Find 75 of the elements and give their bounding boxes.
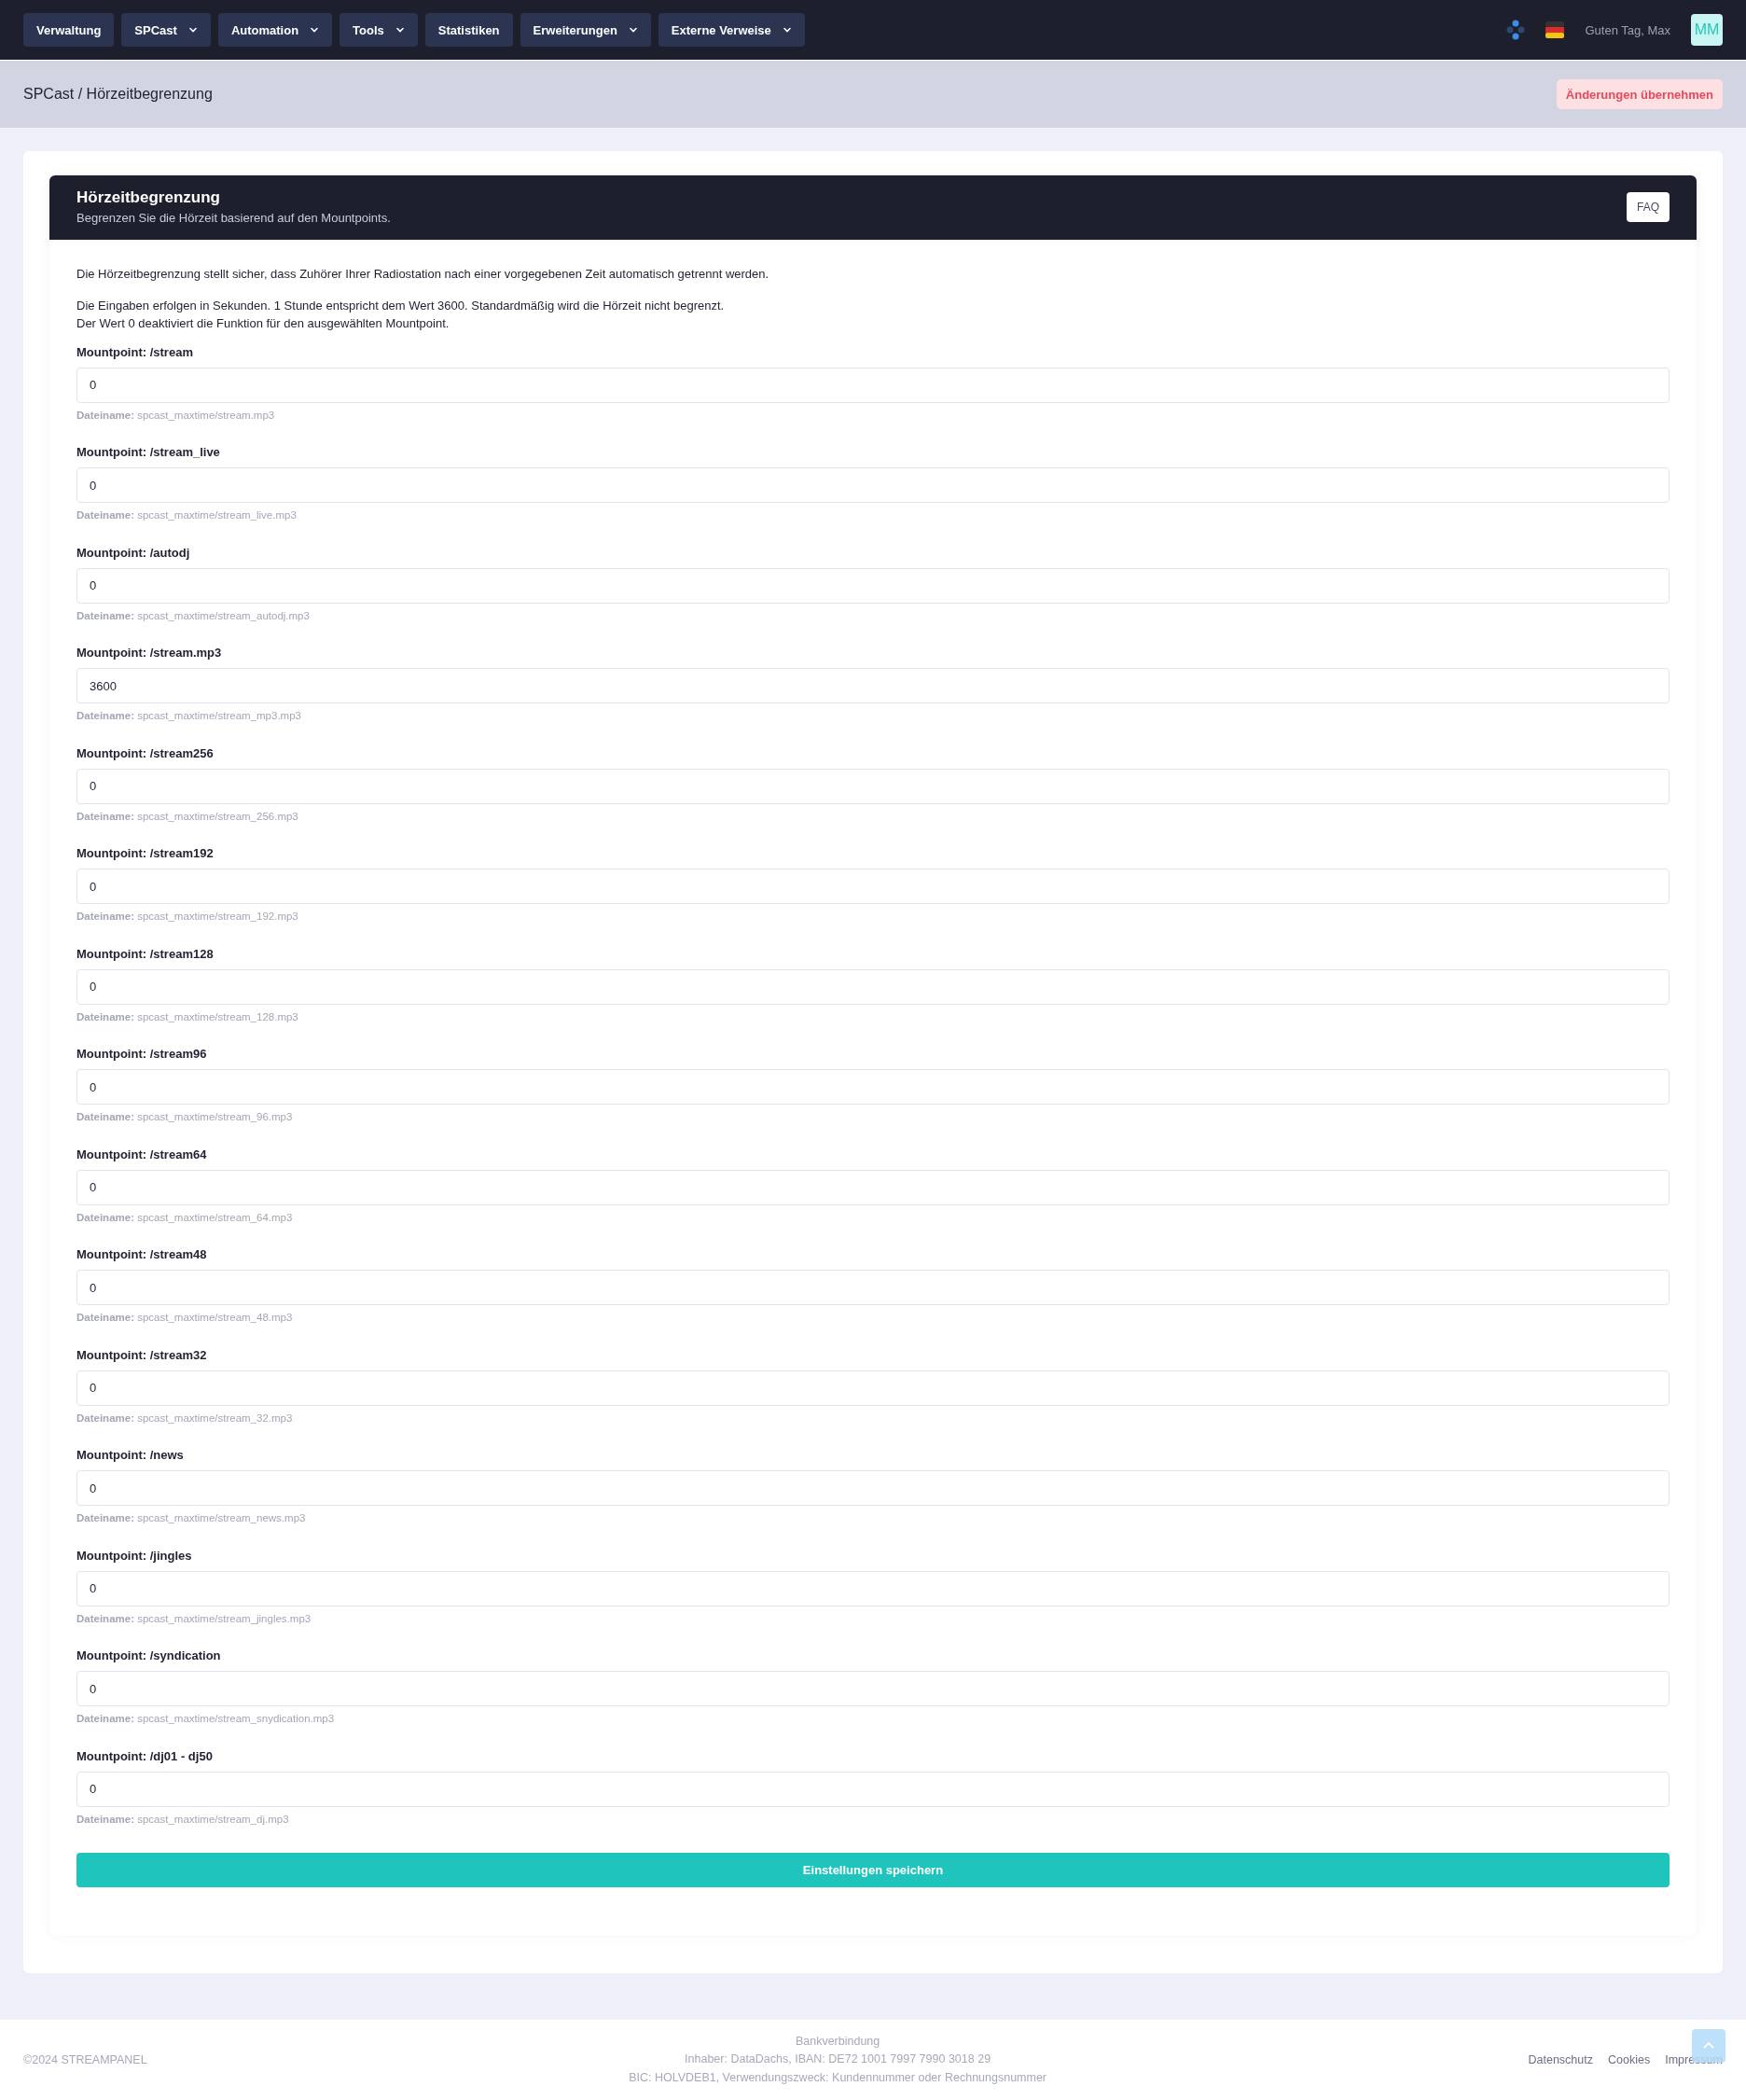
nav-menu-button[interactable]: Tools — [340, 13, 418, 47]
field-label: Mountpoint: /stream48 — [76, 1247, 208, 1261]
caret-icon — [187, 25, 198, 35]
time-input-field[interactable]: 0 — [76, 1069, 1670, 1105]
card-subtitle: Begrenzen Sie die Hörzeit basierend auf den Mountpoints. — [76, 211, 391, 225]
time-input-field[interactable]: 0 — [76, 968, 1670, 1005]
file-name-hint: Dateiname: spcast_maxtime/stream_mp3.mp3 — [76, 710, 302, 721]
file-name-hint: Dateiname: spcast_maxtime/stream_32.mp3 — [76, 1412, 294, 1424]
time-input-field[interactable]: 0 — [76, 1470, 1670, 1506]
file-name-hint: Dateiname: spcast_maxtime/stream_128.mp3 — [76, 1010, 299, 1022]
time-input-field[interactable]: 0 — [76, 1169, 1670, 1205]
copyright: ©2024 STREAMPANEL — [23, 2053, 147, 2066]
intro-paragraph: Der Wert 0 deaktiviert die Funktion für den ausgewählten Mountpoint. — [76, 315, 450, 332]
file-name-hint: Dateiname: spcast_maxtime/stream_48.mp3 — [76, 1312, 294, 1323]
file-name-hint: Dateiname: spcast_maxtime/stream.mp3 — [76, 409, 276, 421]
time-input-field[interactable]: 0 — [76, 1370, 1670, 1406]
intro-paragraph: Die Eingaben erfolgen in Sekunden. 1 Stunde entspricht dem Wert 3600. Standardmäßig wird die Hörzeit nicht begrenzt. — [76, 297, 726, 314]
faq-button[interactable]: FAQ — [1627, 191, 1670, 222]
nav-menu-button[interactable]: SPCast — [121, 13, 211, 47]
field-label: Mountpoint: /dj01 - dj50 — [76, 1748, 214, 1763]
intro-paragraph: Die Hörzeitbegrenzung stellt sicher, dass Zuhörer Ihrer Radiostation nach einer vorgegebenen Zeit automatisch getrennt werden. — [76, 266, 770, 283]
file-name-hint: Dateiname: spcast_maxtime/stream_96.mp3 — [76, 1111, 294, 1122]
footer-link[interactable]: Cookies — [1608, 2053, 1651, 2066]
caret-icon — [782, 25, 792, 35]
field-label: Mountpoint: /stream.mp3 — [76, 646, 223, 660]
nav-menu-button[interactable]: Automation — [217, 13, 333, 47]
field-label: Mountpoint: /stream96 — [76, 1047, 208, 1061]
file-name-hint: Dateiname: spcast_maxtime/stream_jingles.mp3 — [76, 1612, 312, 1624]
time-input-field[interactable]: 0 — [76, 1671, 1670, 1706]
field-label: Mountpoint: /stream192 — [76, 846, 215, 860]
file-name-hint: Dateiname: spcast_maxtime/stream_256.mp3 — [76, 810, 299, 822]
nav-menu-button[interactable]: Statistiken — [424, 13, 513, 47]
caret-up-icon — [1702, 2041, 1715, 2051]
field-label: Mountpoint: /stream64 — [76, 1147, 208, 1161]
bank-heading: Bankverbindung — [794, 2033, 881, 2050]
field-label: Mountpoint: /news — [76, 1448, 185, 1462]
field-label: Mountpoint: /stream32 — [76, 1347, 208, 1362]
file-name-hint: Dateiname: spcast_maxtime/stream_192.mp3 — [76, 911, 299, 922]
time-input-field[interactable]: 0 — [76, 467, 1670, 503]
caret-icon — [395, 25, 405, 35]
time-input-field[interactable]: 0 — [76, 1270, 1670, 1305]
nav-menu-button[interactable]: Erweiterungen — [520, 13, 651, 47]
apps-icon[interactable] — [1506, 20, 1526, 40]
file-name-hint: Dateiname: spcast_maxtime/stream_live.mp3 — [76, 509, 298, 521]
field-label: Mountpoint: /stream — [76, 344, 194, 359]
file-name-hint: Dateiname: spcast_maxtime/stream_dj.mp3 — [76, 1813, 290, 1825]
breadcrumb: SPCast / Hörzeitbegrenzung — [23, 86, 213, 103]
file-name-hint: Dateiname: spcast_maxtime/stream_64.mp3 — [76, 1211, 294, 1223]
bank-details: Inhaber: DataDachs, IBAN: DE72 1001 7997 7990 3018 29 — [684, 2051, 992, 2068]
german-flag-icon[interactable] — [1545, 21, 1565, 38]
time-input-field[interactable]: 0 — [76, 367, 1670, 403]
greeting: Guten Tag, Max — [1585, 22, 1670, 37]
nav-menu-button[interactable]: Externe Verweise — [658, 13, 805, 47]
file-name-hint: Dateiname: spcast_maxtime/stream_snydication.mp3 — [76, 1713, 336, 1724]
field-label: Mountpoint: /stream_live — [76, 445, 221, 459]
footer-link[interactable]: Datenschutz — [1528, 2053, 1593, 2066]
time-input-field[interactable]: 0 — [76, 567, 1670, 604]
bank-details: BIC: HOLVDEB1, Verwendungszweck: Kundennummer oder Rechnungsnummer — [629, 2069, 1047, 2086]
field-label: Mountpoint: /jingles — [76, 1548, 193, 1563]
time-input-field[interactable]: 0 — [76, 1771, 1670, 1807]
time-input-field[interactable]: 3600 — [76, 668, 1670, 703]
nav-menu-button[interactable]: Verwaltung — [23, 13, 115, 47]
time-input-field[interactable]: 0 — [76, 869, 1670, 904]
field-label: Mountpoint: /stream256 — [76, 745, 215, 760]
caret-icon — [310, 25, 320, 35]
time-input-field[interactable]: 0 — [76, 768, 1670, 804]
card-title: Hörzeitbegrenzung — [76, 188, 221, 207]
footer-link[interactable]: Impressum — [1665, 2053, 1723, 2066]
file-name-hint: Dateiname: spcast_maxtime/stream_news.mp3 — [76, 1512, 307, 1523]
time-input-field[interactable]: 0 — [76, 1570, 1670, 1606]
field-label: Mountpoint: /autodj — [76, 545, 191, 560]
file-name-hint: Dateiname: spcast_maxtime/stream_autodj.mp3 — [76, 609, 311, 621]
field-label: Mountpoint: /stream128 — [76, 946, 215, 961]
field-label: Mountpoint: /syndication — [76, 1648, 222, 1662]
caret-icon — [628, 25, 638, 35]
